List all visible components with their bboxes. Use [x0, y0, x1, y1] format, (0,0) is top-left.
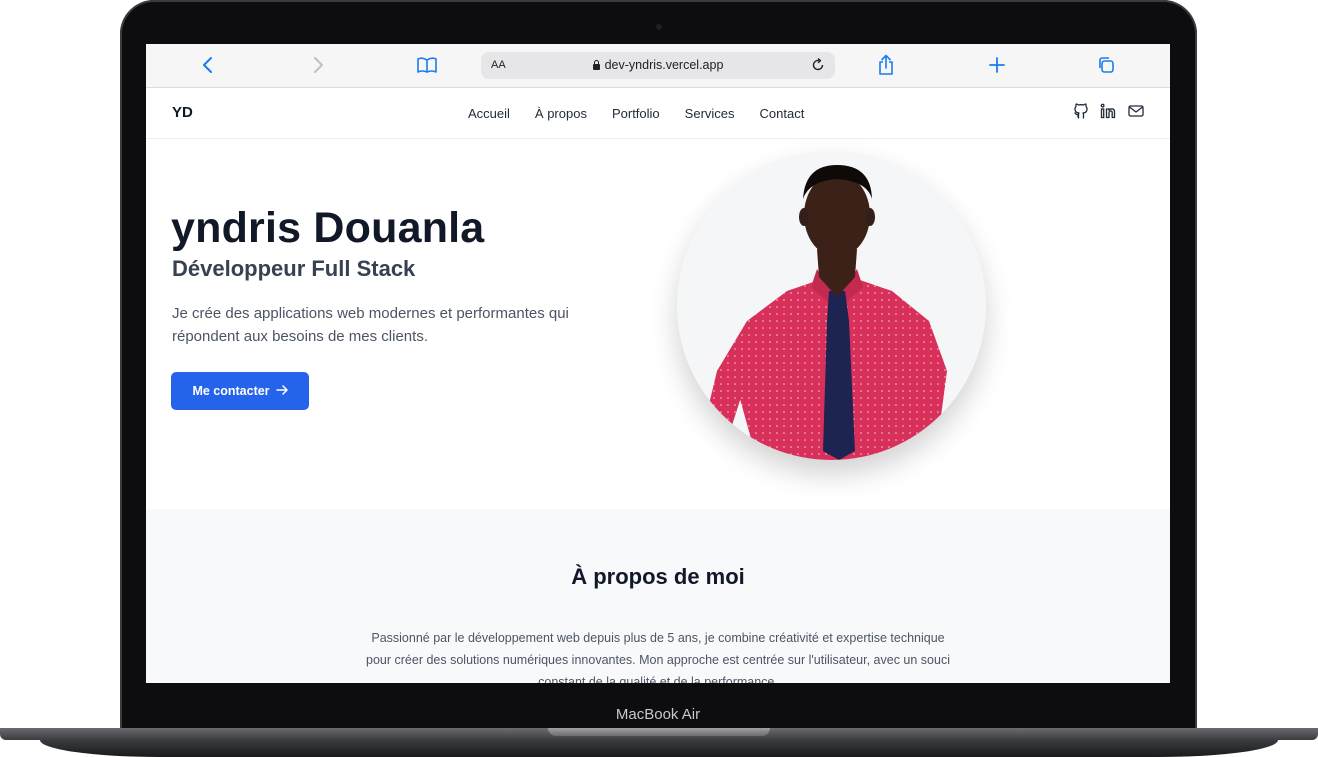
- share-icon[interactable]: [874, 53, 898, 77]
- url-value: dev-yndris.vercel.app: [604, 58, 724, 72]
- back-icon[interactable]: [196, 53, 220, 77]
- contact-button[interactable]: Me contacter: [171, 372, 309, 410]
- arrow-right-icon: [275, 384, 288, 399]
- browser-screen: AA dev-yndris.vercel.app YD Accueil À pr…: [146, 44, 1170, 683]
- linkedin-icon[interactable]: [1100, 103, 1116, 119]
- device-label: MacBook Air: [615, 706, 701, 723]
- nav-link-services[interactable]: Services: [685, 106, 735, 121]
- github-icon[interactable]: [1074, 103, 1088, 119]
- tabs-icon[interactable]: [1094, 53, 1118, 77]
- profile-photo: [677, 151, 986, 460]
- laptop-base: [0, 728, 1318, 757]
- hero-name: yndris Douanla: [171, 204, 485, 252]
- hero-role: Développeur Full Stack: [172, 256, 416, 281]
- bookmarks-icon[interactable]: [415, 53, 439, 77]
- address-bar[interactable]: AA dev-yndris.vercel.app: [481, 52, 835, 79]
- camera-icon: [656, 24, 662, 30]
- reload-icon[interactable]: [811, 52, 825, 81]
- social-links: [1074, 103, 1144, 119]
- new-tab-icon[interactable]: [985, 53, 1009, 77]
- browser-toolbar: AA dev-yndris.vercel.app: [146, 44, 1170, 88]
- forward-icon[interactable]: [306, 53, 330, 77]
- mail-icon[interactable]: [1128, 104, 1144, 118]
- laptop-mockup: AA dev-yndris.vercel.app YD Accueil À pr…: [0, 0, 1318, 757]
- nav-link-portfolio[interactable]: Portfolio: [612, 106, 660, 121]
- url-text[interactable]: dev-yndris.vercel.app: [481, 52, 835, 79]
- about-text: Passionné par le développement web depui…: [366, 631, 950, 683]
- nav-menu: Accueil À propos Portfolio Services Cont…: [468, 88, 804, 138]
- nav-link-contact[interactable]: Contact: [760, 106, 805, 121]
- site-logo[interactable]: YD: [172, 88, 193, 138]
- contact-button-label: Me contacter: [192, 384, 270, 398]
- about-title: À propos de moi: [571, 564, 745, 589]
- site-navbar: YD Accueil À propos Portfolio Services C…: [146, 88, 1170, 139]
- lock-icon: [592, 60, 600, 70]
- hero-description: Je crée des applications web modernes et…: [172, 305, 569, 345]
- about-section: À propos de moi Passionné par le dévelop…: [146, 509, 1170, 683]
- nav-link-accueil[interactable]: Accueil: [468, 106, 510, 121]
- nav-link-a-propos[interactable]: À propos: [535, 106, 587, 121]
